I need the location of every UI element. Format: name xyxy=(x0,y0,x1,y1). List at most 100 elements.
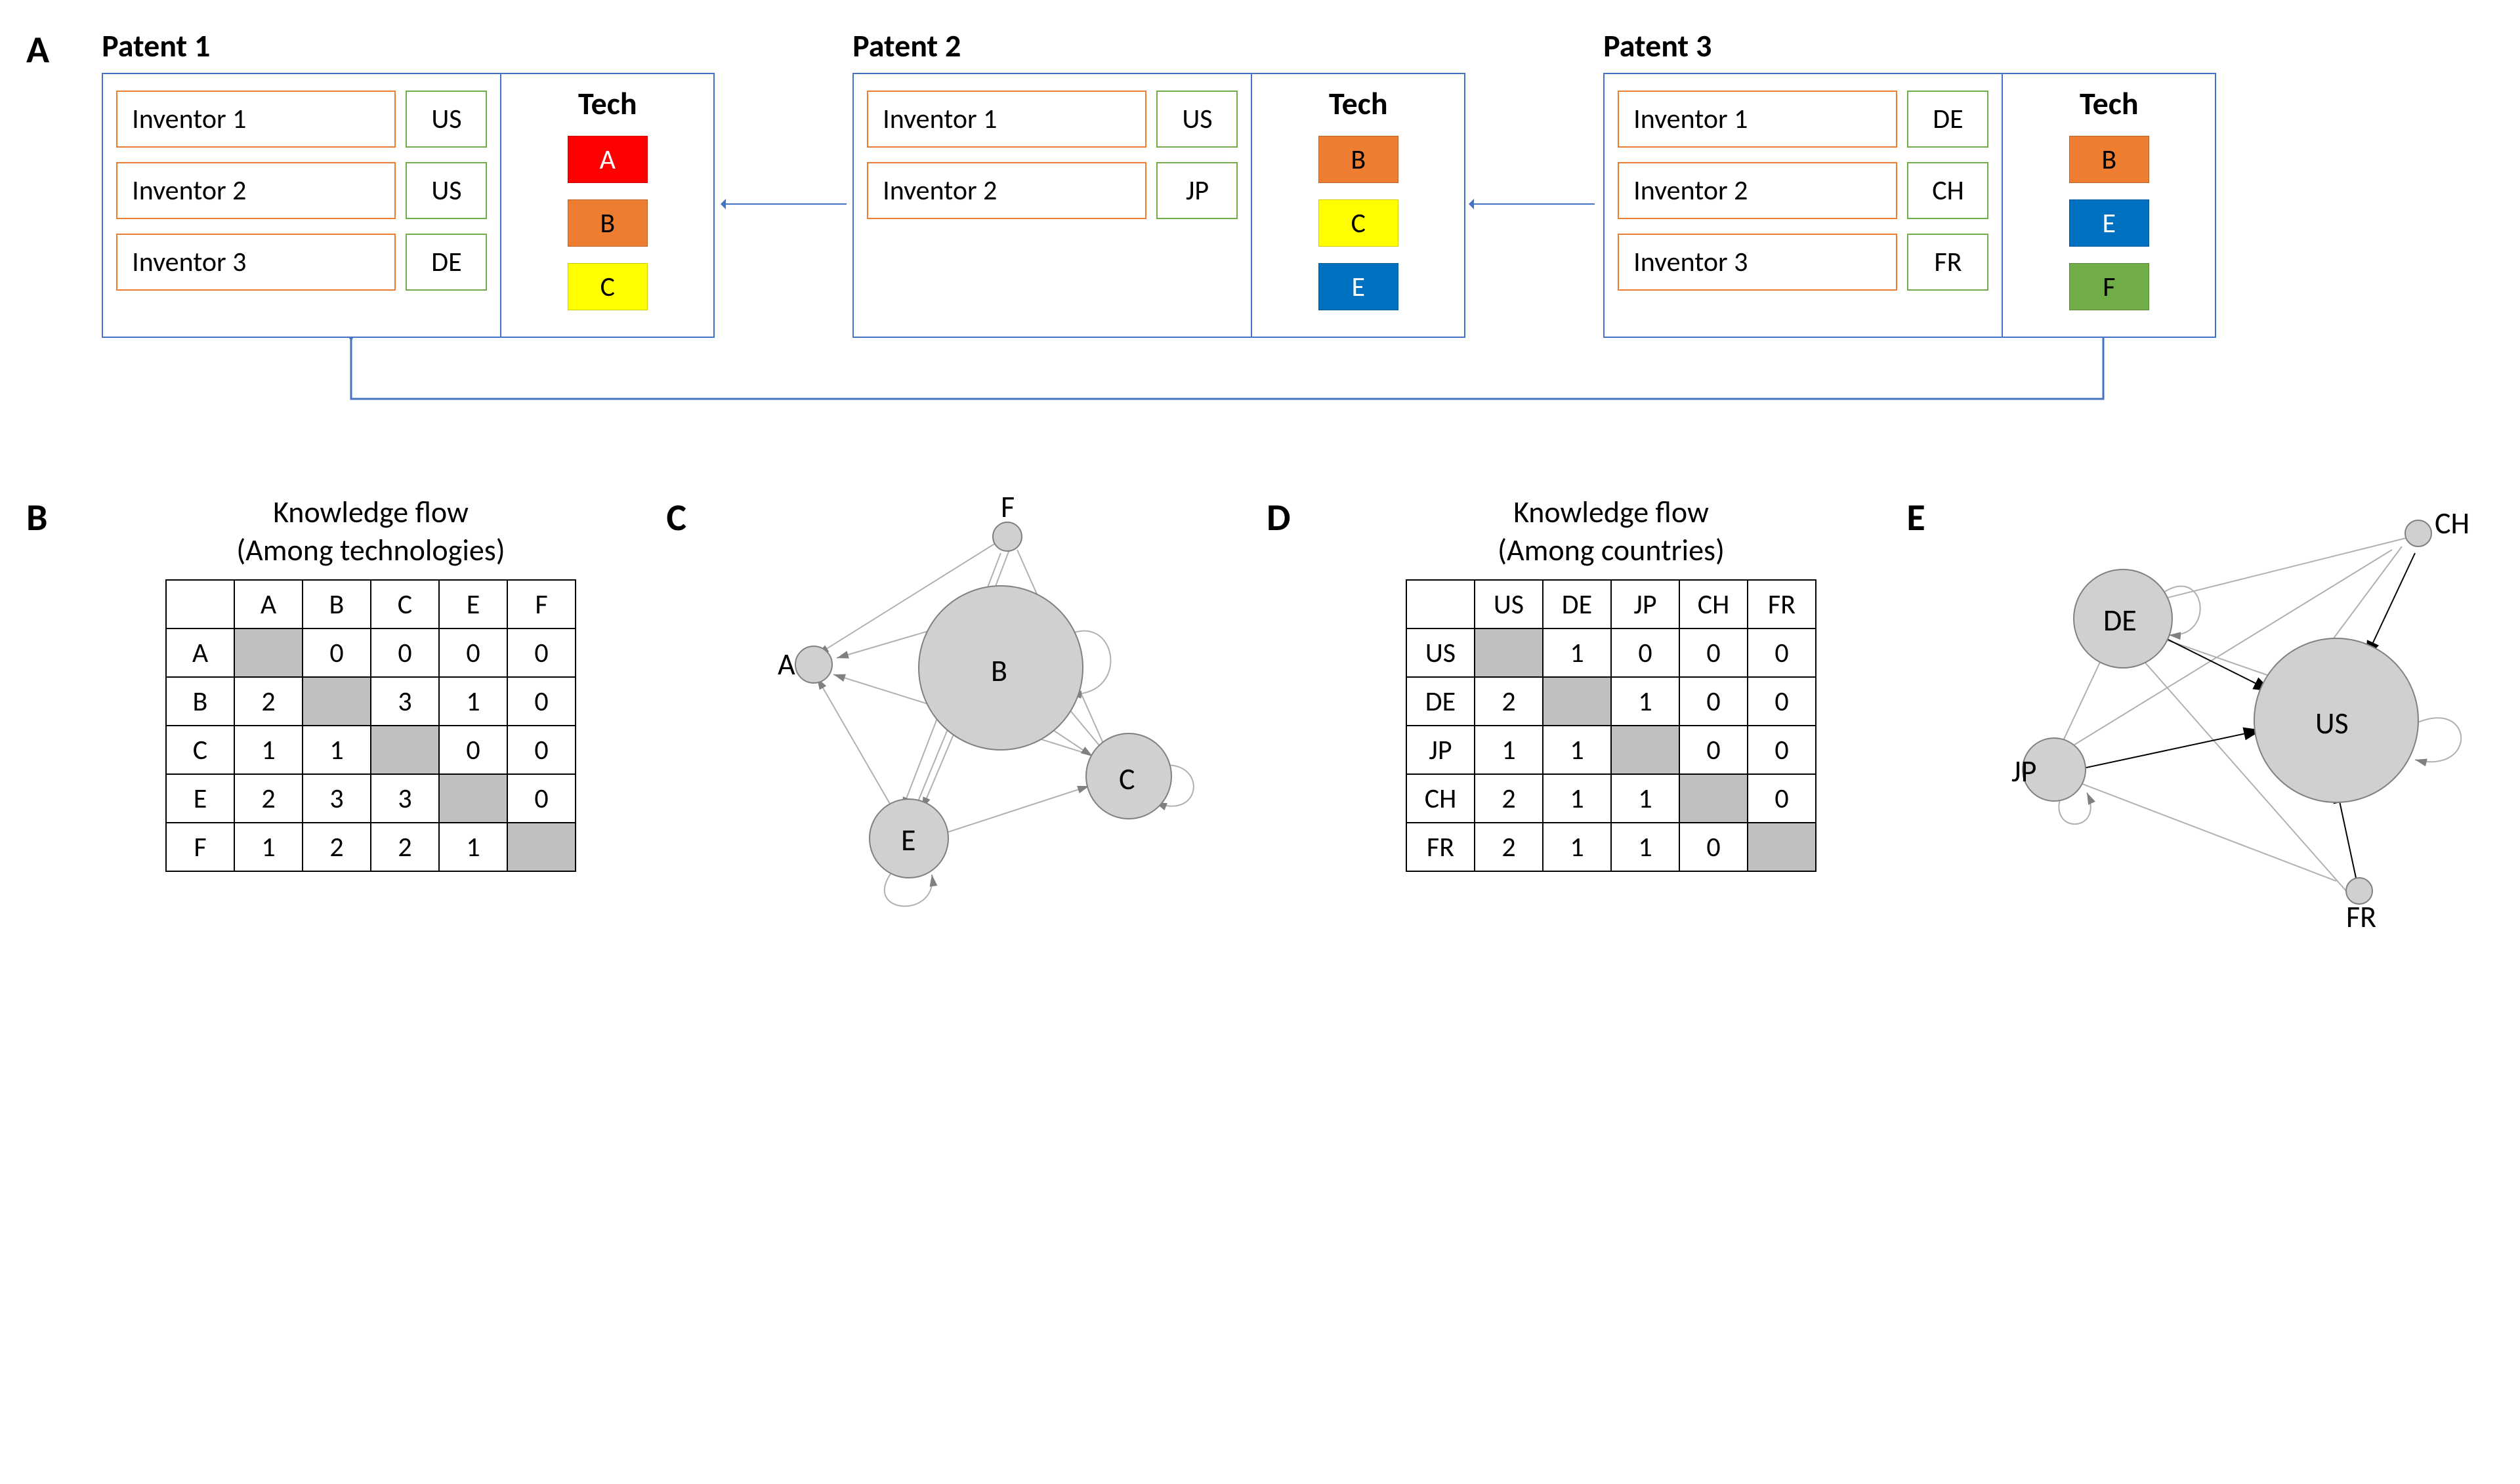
matrix-cell: 0 xyxy=(1611,629,1679,677)
matrix-cell: 0 xyxy=(439,629,507,677)
node-A: A xyxy=(778,646,795,683)
matrix-cell: 0 xyxy=(371,629,439,677)
matrix-cell xyxy=(1475,629,1543,677)
matrix-cell: 1 xyxy=(1611,774,1679,823)
matrix-row-header: F xyxy=(166,823,234,871)
matrix-cell: 3 xyxy=(371,677,439,726)
matrix-cell: 1 xyxy=(234,823,303,871)
matrix-cell: 2 xyxy=(371,823,439,871)
panel-B: Knowledge flow (Among technologies) ABCE… xyxy=(102,494,640,872)
matrix-col-header: C xyxy=(371,580,439,629)
node-C: C xyxy=(1119,761,1135,798)
matrix-cell: 0 xyxy=(439,726,507,774)
panel-C: A B C E F xyxy=(742,494,1240,927)
matrix-cell: 1 xyxy=(1543,629,1611,677)
arrow-p2-to-p1 xyxy=(722,203,847,205)
matrix-row-header: US xyxy=(1406,629,1475,677)
node-FR: FR xyxy=(2346,899,2376,936)
country-box: US xyxy=(406,162,487,219)
tech-flow-matrix: ABCEFA0000B2310C1100E2330F1221 xyxy=(165,579,576,872)
matrix-row-header: DE xyxy=(1406,677,1475,726)
matrix-cell: 0 xyxy=(1679,629,1748,677)
tech-header: Tech xyxy=(2080,84,2139,123)
tech-chip: C xyxy=(568,263,648,310)
panel-E-label: E xyxy=(1906,494,1956,541)
matrix-col-header: DE xyxy=(1543,580,1611,629)
arrow-p3-to-p1 xyxy=(102,337,2241,442)
country-flow-graph: US DE JP CH FR xyxy=(1982,494,2494,940)
tech-chip: F xyxy=(2069,263,2149,310)
matrix-cell: 1 xyxy=(1611,677,1679,726)
matrix-cell: 1 xyxy=(234,726,303,774)
tech-header: Tech xyxy=(578,84,637,123)
matrix-cell: 1 xyxy=(1543,726,1611,774)
inventor-box: Inventor 1 xyxy=(867,91,1146,148)
inventor-box: Inventor 2 xyxy=(867,162,1146,219)
country-box: US xyxy=(1156,91,1238,148)
matrix-cell: 1 xyxy=(1543,774,1611,823)
node-F: F xyxy=(1001,494,1015,526)
panel-D: Knowledge flow (Among countries) USDEJPC… xyxy=(1342,494,1881,872)
patent-box: Inventor 1USInventor 2JPTechBCE xyxy=(852,73,1465,338)
panel-D-label: D xyxy=(1267,494,1316,541)
tech-chip: C xyxy=(1318,199,1398,247)
tech-chip: B xyxy=(2069,136,2149,183)
tech-flow-graph: A B C E F xyxy=(742,494,1240,927)
matrix-row-header: A xyxy=(166,629,234,677)
matrix-row-header: FR xyxy=(1406,823,1475,871)
node-B: B xyxy=(991,653,1007,690)
matrix-cell: 1 xyxy=(1543,823,1611,871)
matrix-col-header: US xyxy=(1475,580,1543,629)
inventor-box: Inventor 2 xyxy=(116,162,396,219)
matrix-cell xyxy=(1543,677,1611,726)
patent-box: Inventor 1DEInventor 2CHInventor 3FRTech… xyxy=(1603,73,2216,338)
arrow-p3-to-p2 xyxy=(1470,203,1595,205)
panel-B-title: Knowledge flow (Among technologies) xyxy=(102,494,640,569)
matrix-cell xyxy=(234,629,303,677)
matrix-col-header: FR xyxy=(1748,580,1816,629)
matrix-cell: 2 xyxy=(234,677,303,726)
matrix-cell: 2 xyxy=(1475,823,1543,871)
matrix-cell: 0 xyxy=(507,774,576,823)
matrix-cell: 1 xyxy=(439,823,507,871)
node-JP: JP xyxy=(2011,753,2036,790)
matrix-cell xyxy=(439,774,507,823)
inventor-box: Inventor 1 xyxy=(116,91,396,148)
matrix-cell: 3 xyxy=(371,774,439,823)
matrix-row-header: C xyxy=(166,726,234,774)
country-box: CH xyxy=(1907,162,1988,219)
inventor-box: Inventor 3 xyxy=(116,234,396,291)
tech-chip: B xyxy=(568,199,648,247)
matrix-col-header: A xyxy=(234,580,303,629)
inventor-box: Inventor 2 xyxy=(1618,162,1897,219)
matrix-cell: 0 xyxy=(1748,677,1816,726)
tech-chip: B xyxy=(1318,136,1398,183)
panel-C-label: C xyxy=(666,494,715,541)
tech-chip: A xyxy=(568,136,648,183)
patent-title: Patent 3 xyxy=(1603,26,2216,65)
matrix-cell xyxy=(1611,726,1679,774)
matrix-cell: 0 xyxy=(507,677,576,726)
panel-E: US DE JP CH FR xyxy=(1982,494,2494,940)
matrix-cell: 1 xyxy=(439,677,507,726)
panel-A: Patent 1Inventor 1USInventor 2USInventor… xyxy=(102,26,2241,442)
matrix-cell xyxy=(1679,774,1748,823)
matrix-cell: 2 xyxy=(303,823,371,871)
tech-chip: E xyxy=(1318,263,1398,310)
matrix-cell: 0 xyxy=(507,629,576,677)
matrix-cell: 0 xyxy=(1748,726,1816,774)
country-box: DE xyxy=(406,234,487,291)
matrix-col-header: JP xyxy=(1611,580,1679,629)
matrix-row-header: CH xyxy=(1406,774,1475,823)
panel-A-label: A xyxy=(26,26,49,73)
matrix-cell: 3 xyxy=(303,774,371,823)
matrix-col-header: F xyxy=(507,580,576,629)
matrix-cell: 1 xyxy=(303,726,371,774)
matrix-cell: 1 xyxy=(1475,726,1543,774)
node-DE: DE xyxy=(2103,602,2137,639)
matrix-cell xyxy=(1748,823,1816,871)
country-box: FR xyxy=(1907,234,1988,291)
matrix-cell: 0 xyxy=(303,629,371,677)
matrix-cell: 0 xyxy=(1679,677,1748,726)
patent-title: Patent 2 xyxy=(852,26,1465,65)
